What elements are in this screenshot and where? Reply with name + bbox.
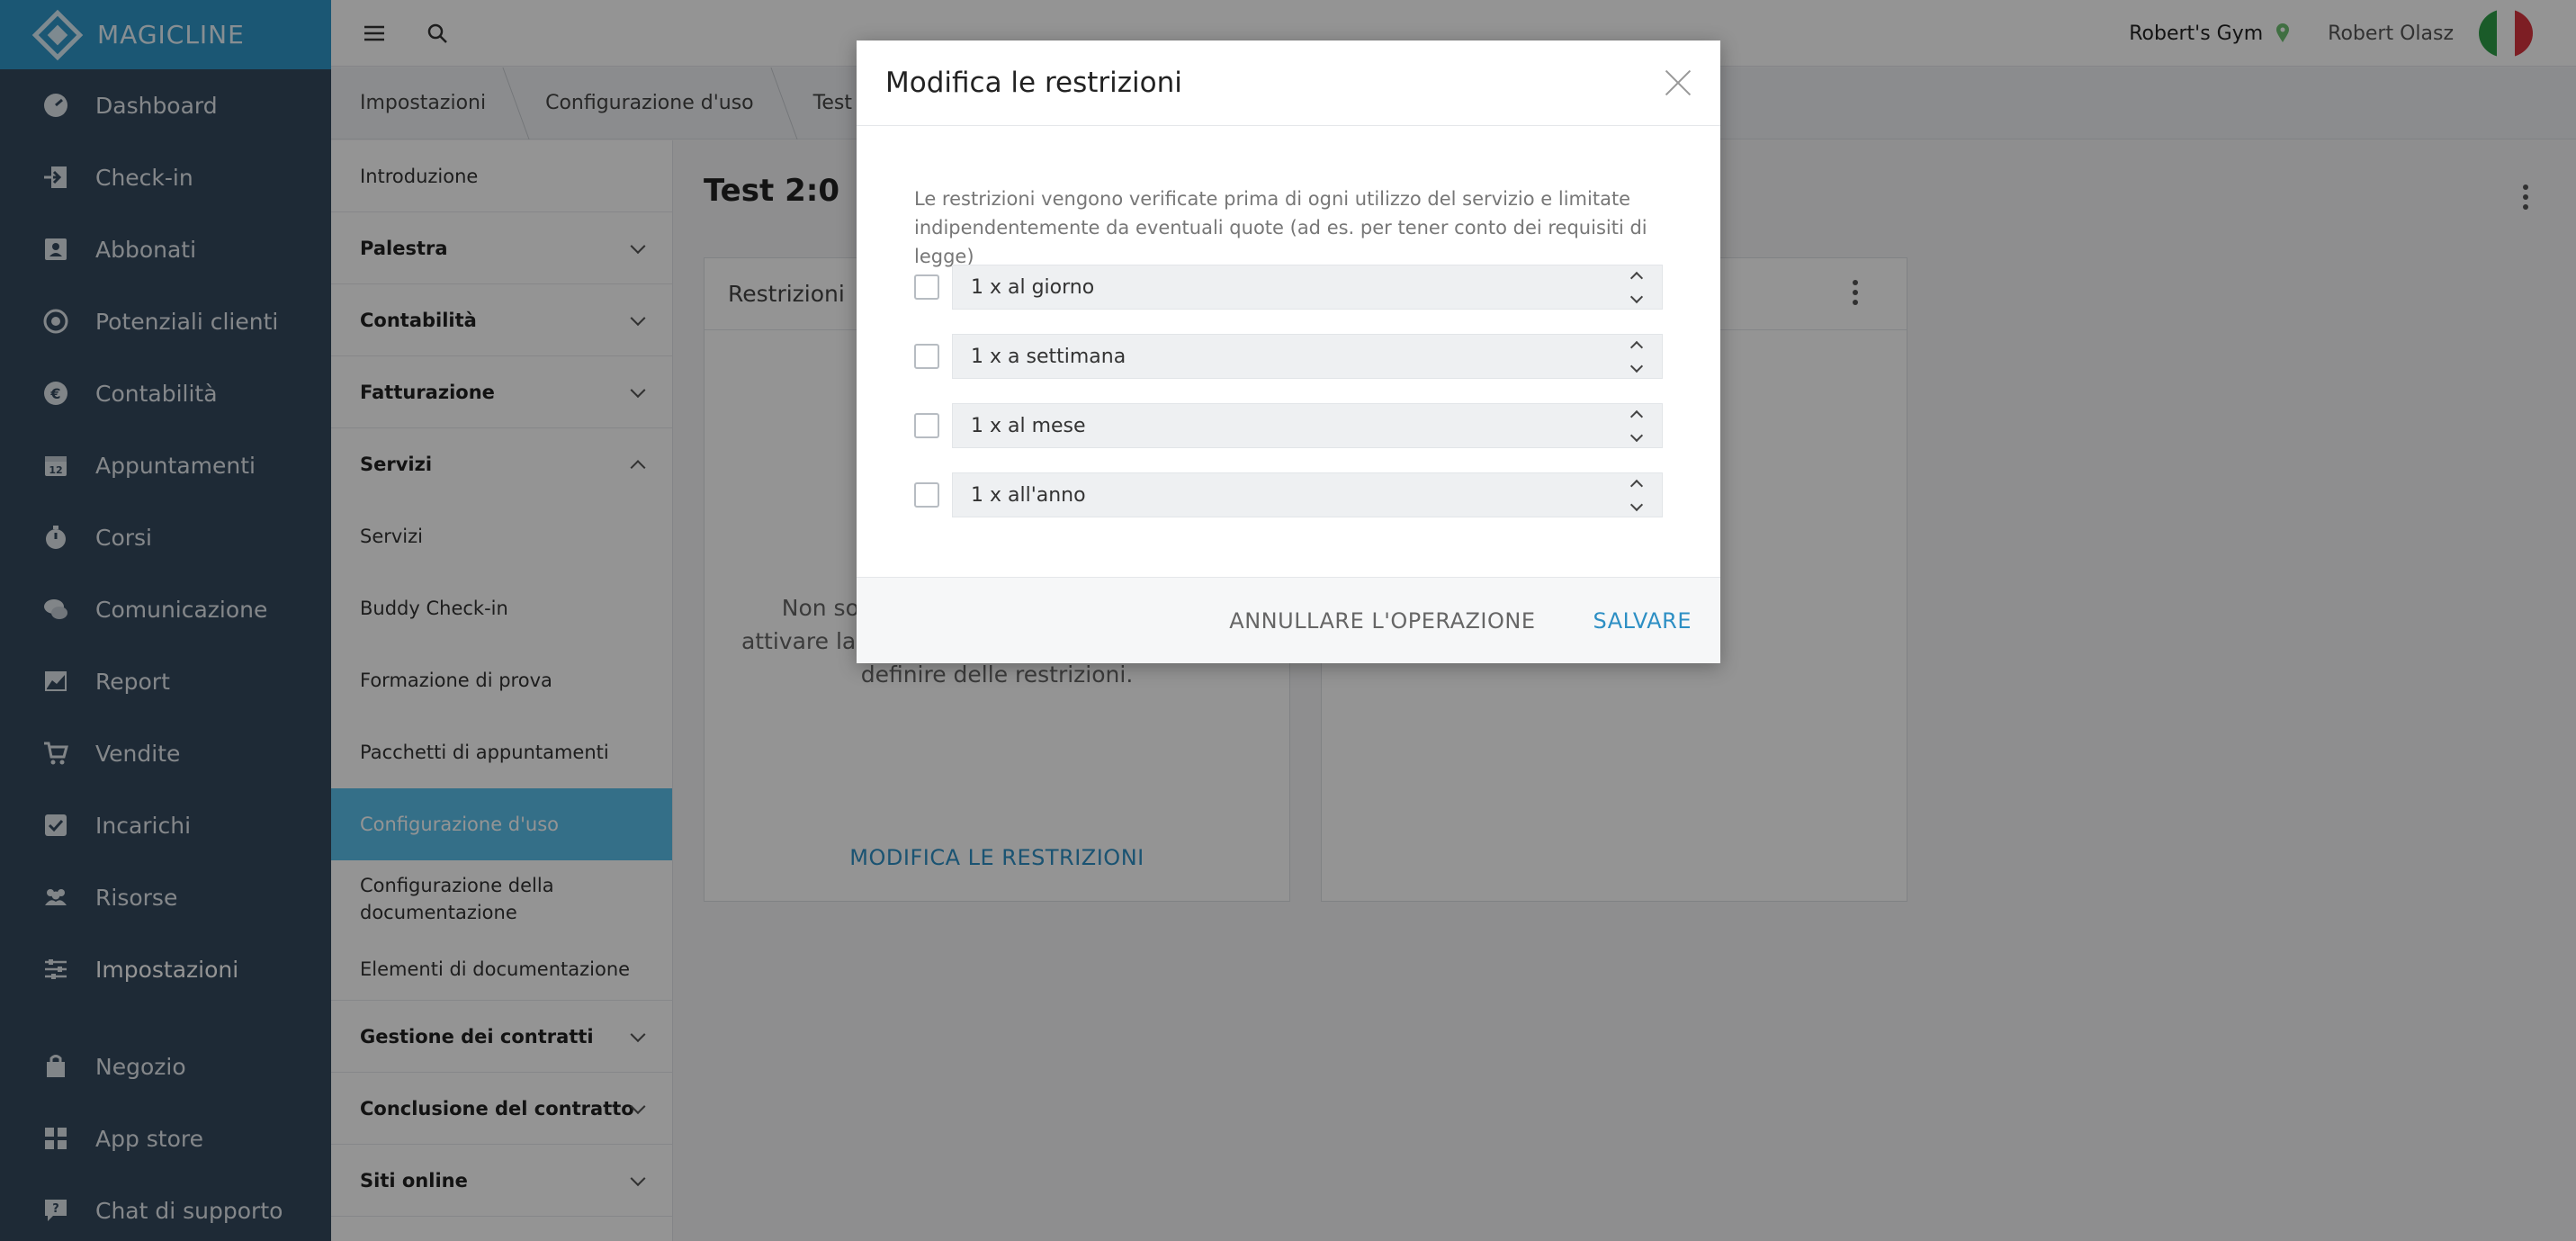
restriction-checkbox-weekly[interactable] (914, 344, 939, 369)
dialog-title: Modifica le restrizioni (857, 40, 1720, 126)
stepper-icon[interactable] (1628, 477, 1646, 515)
dialog-description: Le restrizioni vengono verificate prima … (914, 188, 1647, 267)
stepper-icon[interactable] (1628, 408, 1646, 445)
save-button[interactable]: SALVARE (1593, 608, 1692, 634)
restriction-input-yearly[interactable]: 1 x all'anno (952, 472, 1663, 517)
restriction-checkbox-daily[interactable] (914, 274, 939, 300)
dialog-footer: ANNULLARE L'OPERAZIONE SALVARE (857, 577, 1720, 663)
edit-restrictions-dialog: Modifica le restrizioni Le restrizioni v… (857, 40, 1720, 663)
stepper-icon[interactable] (1628, 338, 1646, 376)
restriction-value: 1 x all'anno (971, 483, 1086, 507)
stepper-icon[interactable] (1628, 269, 1646, 307)
restriction-checkbox-yearly[interactable] (914, 482, 939, 508)
restriction-value: 1 x al giorno (971, 275, 1095, 299)
restriction-row-daily: 1 x al giorno (914, 265, 1663, 310)
restriction-value: 1 x al mese (971, 414, 1086, 437)
restriction-input-monthly[interactable]: 1 x al mese (952, 403, 1663, 448)
restriction-value: 1 x a settimana (971, 345, 1126, 368)
restriction-input-weekly[interactable]: 1 x a settimana (952, 334, 1663, 379)
restriction-row-monthly: 1 x al mese (914, 403, 1663, 448)
restriction-row-weekly: 1 x a settimana (914, 334, 1663, 379)
restriction-checkbox-monthly[interactable] (914, 413, 939, 438)
restriction-row-yearly: 1 x all'anno (914, 472, 1663, 517)
cancel-button[interactable]: ANNULLARE L'OPERAZIONE (1229, 608, 1535, 634)
restriction-input-daily[interactable]: 1 x al giorno (952, 265, 1663, 310)
close-icon[interactable] (1663, 67, 1693, 98)
